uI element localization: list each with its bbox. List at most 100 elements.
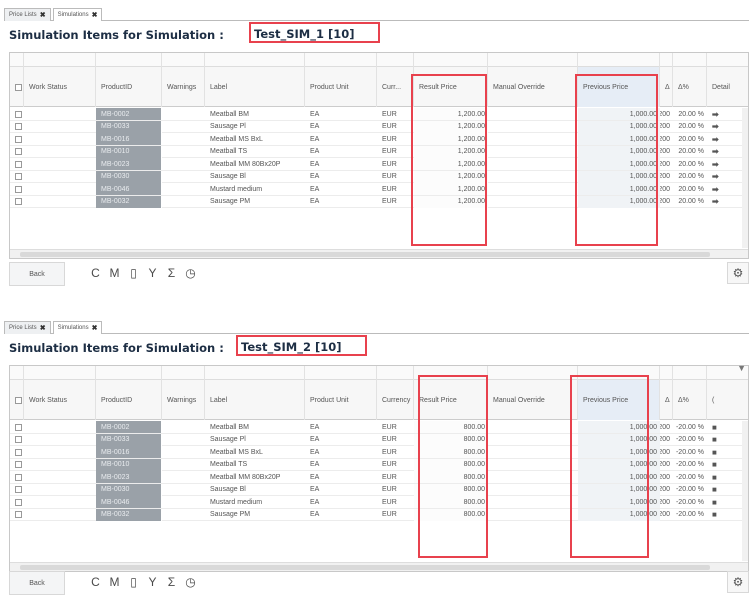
- checkbox[interactable]: [15, 83, 22, 91]
- column-header-product-unit[interactable]: Product Unit: [305, 67, 377, 107]
- table-row[interactable]: MB-0033 Sausage Pl EA EUR 800.00 1,000.00-200…: [10, 433, 748, 446]
- horizontal-scrollbar[interactable]: [10, 249, 748, 258]
- filter-cell-label[interactable]: [205, 366, 305, 380]
- filter-cell-work-status[interactable]: [24, 366, 96, 380]
- filter-cell-currency[interactable]: [377, 53, 414, 67]
- cell-manual-override[interactable]: [488, 484, 578, 496]
- cell-manual-override[interactable]: [488, 196, 578, 208]
- checkbox[interactable]: [15, 396, 22, 404]
- close-icon[interactable]: ✖: [92, 11, 98, 19]
- filter-cell-manual-override[interactable]: [488, 53, 578, 67]
- select-all-checkbox[interactable]: [10, 67, 24, 107]
- column-header-manual-override[interactable]: Manual Override: [488, 380, 578, 420]
- filter-cell-delta[interactable]: [660, 53, 673, 67]
- table-row[interactable]: MB-0030 Sausage Bl EA EUR 800.00 1,000.00-200…: [10, 483, 748, 496]
- filter-icon[interactable]: Y: [145, 574, 160, 590]
- filter-cell-label[interactable]: [205, 53, 305, 67]
- filter-cell-work-status[interactable]: [24, 53, 96, 67]
- row-checkbox[interactable]: [15, 198, 22, 205]
- column-header-warnings[interactable]: Warnings: [162, 67, 205, 107]
- tab-price-lists[interactable]: Price Lists ✖: [4, 321, 51, 334]
- filter-cell-currency[interactable]: [377, 366, 414, 380]
- table-row[interactable]: MB-0032Sausage PMEAEUR1,200.001,000.0020…: [10, 195, 748, 208]
- row-checkbox[interactable]: [15, 173, 22, 180]
- column-header-delta[interactable]: Δ: [660, 67, 673, 107]
- refresh-icon[interactable]: C: [88, 574, 103, 590]
- filter-cell-result-price[interactable]: [414, 366, 488, 380]
- filter-cell-delta-pct[interactable]: [673, 53, 707, 67]
- cell-manual-override[interactable]: [488, 158, 578, 170]
- column-header-detail[interactable]: Detail: [707, 67, 748, 107]
- filter-cell-previous-price[interactable]: [578, 53, 660, 67]
- filter-cell-product-id[interactable]: [96, 366, 162, 380]
- column-header-product-unit[interactable]: Product Unit: [305, 380, 377, 420]
- row-checkbox[interactable]: [15, 110, 22, 118]
- cell-manual-override[interactable]: [488, 434, 578, 446]
- sum-icon[interactable]: Σ: [164, 265, 179, 281]
- cell-manual-override[interactable]: [488, 146, 578, 158]
- filter-cell-warnings[interactable]: [162, 366, 205, 380]
- row-checkbox[interactable]: [15, 160, 22, 168]
- sum-icon[interactable]: Σ: [164, 574, 179, 590]
- filter-cell-delta-pct[interactable]: [673, 366, 707, 380]
- filter-cell-previous-price[interactable]: [578, 366, 660, 380]
- table-row[interactable]: MB-0046 Mustard medium EA EUR 1,200.00 1,000.…: [10, 183, 748, 196]
- filter-cell-product-unit[interactable]: [305, 53, 377, 67]
- cell-manual-override[interactable]: [488, 446, 578, 458]
- close-icon[interactable]: ✖: [40, 11, 46, 19]
- column-header-previous-price[interactable]: Previous Price: [578, 67, 660, 107]
- column-header-result-price[interactable]: Result Price: [414, 380, 488, 420]
- export-icon[interactable]: ▯: [126, 574, 141, 590]
- scrollbar-thumb[interactable]: [20, 565, 710, 570]
- table-row[interactable]: MB-0046 Mustard medium EA EUR 800.00 1,000.00…: [10, 496, 748, 509]
- scrollbar-thumb[interactable]: [20, 252, 710, 257]
- filter-cell-delta[interactable]: [660, 366, 673, 380]
- column-header-label[interactable]: Label: [205, 380, 305, 420]
- mass-edit-icon[interactable]: M: [107, 265, 122, 281]
- cell-manual-override[interactable]: [488, 471, 578, 483]
- filter-cell-result-price[interactable]: [414, 53, 488, 67]
- refresh-icon[interactable]: C: [88, 265, 103, 281]
- cell-manual-override[interactable]: [488, 183, 578, 195]
- column-header-delta-pct[interactable]: Δ%: [673, 380, 707, 420]
- row-checkbox[interactable]: [15, 498, 22, 506]
- table-row[interactable]: MB-0010Meatball TSEAEUR1,200.001,000.002…: [10, 145, 748, 158]
- close-icon[interactable]: ✖: [40, 324, 46, 332]
- back-button[interactable]: Back: [9, 262, 65, 286]
- row-checkbox[interactable]: [15, 473, 22, 481]
- close-icon[interactable]: ✖: [92, 324, 98, 332]
- cell-manual-override[interactable]: [488, 459, 578, 471]
- row-checkbox[interactable]: [15, 461, 22, 468]
- tab-simulations[interactable]: Simulations ✖: [52, 321, 103, 334]
- cell-manual-override[interactable]: [488, 509, 578, 521]
- select-all-checkbox[interactable]: [10, 380, 24, 420]
- filter-icon[interactable]: Y: [145, 265, 160, 281]
- horizontal-scrollbar[interactable]: [10, 562, 748, 571]
- history-icon[interactable]: ◷: [183, 265, 198, 281]
- export-icon[interactable]: ▯: [126, 265, 141, 281]
- column-header-work-status[interactable]: Work Status: [24, 380, 96, 420]
- cell-manual-override[interactable]: [488, 421, 578, 433]
- funnel-icon[interactable]: ▼: [737, 363, 746, 373]
- filter-cell-detail[interactable]: [707, 53, 748, 67]
- tab-price-lists[interactable]: Price Lists ✖: [4, 8, 51, 21]
- vertical-scrollbar[interactable]: [742, 421, 748, 561]
- filter-cell-product-unit[interactable]: [305, 366, 377, 380]
- cell-manual-override[interactable]: [488, 121, 578, 133]
- table-row[interactable]: MB-0030Sausage BlEAEUR1,200.001,000.0020…: [10, 170, 748, 183]
- column-header-manual-override[interactable]: Manual Override: [488, 67, 578, 107]
- row-checkbox[interactable]: [15, 185, 22, 193]
- cell-manual-override[interactable]: [488, 108, 578, 120]
- table-row[interactable]: MB-0023 Meatball MM 80Bx20P EA EUR 1,200.00 1…: [10, 158, 748, 171]
- row-checkbox[interactable]: [15, 486, 22, 493]
- cell-manual-override[interactable]: [488, 133, 578, 145]
- column-header-delta-pct[interactable]: Δ%: [673, 67, 707, 107]
- vertical-scrollbar[interactable]: [742, 108, 748, 248]
- column-header-product-id[interactable]: ProductID: [96, 380, 162, 420]
- table-row[interactable]: MB-0032 Sausage PM EA EUR 800.00 1,000.00-200…: [10, 508, 748, 521]
- row-checkbox[interactable]: [15, 423, 22, 431]
- mass-edit-icon[interactable]: M: [107, 574, 122, 590]
- tab-simulations[interactable]: Simulations ✖: [52, 8, 103, 21]
- table-row[interactable]: MB-0016 Meatball MS BxL EA EUR 800.00 1,000.0…: [10, 446, 748, 459]
- row-checkbox[interactable]: [15, 511, 22, 518]
